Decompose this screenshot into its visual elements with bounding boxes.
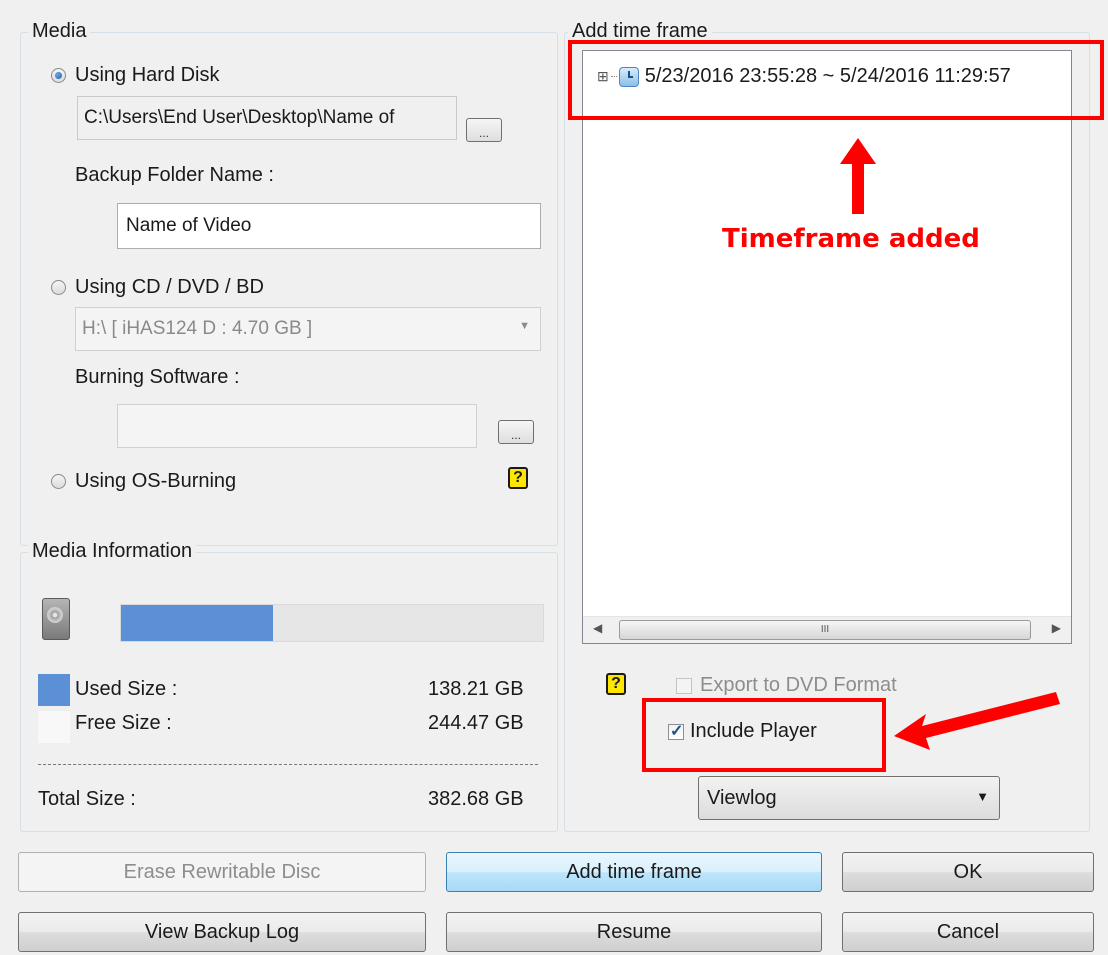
burning-software-input[interactable] — [117, 404, 477, 448]
export-dvd-label[interactable]: Export to DVD Format — [700, 674, 897, 697]
media-legend: Media — [28, 20, 91, 43]
total-size-value: 382.68 GB — [428, 788, 524, 810]
scroll-thumb-grip: III — [820, 624, 830, 635]
media-info-legend: Media Information — [28, 540, 197, 563]
hard-disk-radio[interactable] — [51, 68, 66, 83]
chevron-down-icon: ▼ — [976, 789, 989, 804]
player-select-value: Viewlog — [707, 786, 777, 809]
backup-folder-input[interactable]: Name of Video — [117, 203, 541, 249]
hard-disk-label[interactable]: Using Hard Disk — [75, 64, 219, 87]
scroll-left-icon[interactable]: ◀ — [593, 621, 602, 635]
options-help-icon[interactable]: ? — [606, 673, 626, 695]
free-size-swatch — [38, 710, 70, 743]
add-time-frame-button[interactable]: Add time frame — [446, 852, 822, 892]
scroll-right-icon[interactable]: ▶ — [1052, 621, 1061, 635]
view-backup-log-button[interactable]: View Backup Log — [18, 912, 426, 952]
drive-select-value: H:\ [ iHAS124 D : 4.70 GB ] — [82, 318, 313, 339]
divider — [38, 764, 538, 765]
time-frame-list[interactable]: ⊞ 5/23/2016 23:55:28 ~ 5/24/2016 11:29:5… — [582, 50, 1072, 644]
time-frame-highlight-box — [568, 40, 1104, 120]
os-burning-label[interactable]: Using OS-Burning — [75, 470, 236, 493]
cancel-button[interactable]: Cancel — [842, 912, 1094, 952]
hard-drive-icon — [42, 598, 70, 640]
ok-button[interactable]: OK — [842, 852, 1094, 892]
cd-dvd-radio[interactable] — [51, 280, 66, 295]
drive-select[interactable]: H:\ [ iHAS124 D : 4.70 GB ] ▼ — [75, 307, 541, 351]
annotation-arrow-up — [840, 138, 876, 214]
resume-button[interactable]: Resume — [446, 912, 822, 952]
used-size-value: 138.21 GB — [428, 678, 524, 700]
os-burning-radio[interactable] — [51, 474, 66, 489]
cd-dvd-label[interactable]: Using CD / DVD / BD — [75, 276, 264, 299]
used-size-swatch — [38, 674, 70, 706]
burning-software-browse-button[interactable]: ... — [498, 420, 534, 444]
export-dvd-checkbox[interactable] — [676, 678, 692, 694]
help-icon[interactable]: ? — [508, 467, 528, 489]
hard-disk-path-field[interactable]: C:\Users\End User\Desktop\Name of — [77, 96, 457, 140]
annotation-arrow-left — [894, 692, 1060, 750]
annotation-label: Timeframe added — [722, 224, 980, 254]
used-size-label: Used Size : — [75, 678, 178, 700]
horizontal-scrollbar[interactable]: ◀ III ▶ — [583, 616, 1071, 643]
hard-disk-browse-button[interactable]: ... — [466, 118, 502, 142]
player-select[interactable]: Viewlog ▼ — [698, 776, 1000, 820]
free-size-value: 244.47 GB — [428, 712, 524, 734]
backup-folder-label: Backup Folder Name : — [75, 164, 274, 186]
free-size-label: Free Size : — [75, 712, 172, 734]
scroll-thumb[interactable]: III — [619, 620, 1031, 640]
usage-bar — [120, 604, 544, 642]
chevron-down-icon: ▼ — [519, 320, 530, 332]
include-player-highlight-box — [642, 698, 886, 772]
usage-bar-fill — [121, 605, 274, 641]
total-size-label: Total Size : — [38, 788, 136, 810]
burning-software-label: Burning Software : — [75, 366, 240, 388]
erase-rewritable-disc-button[interactable]: Erase Rewritable Disc — [18, 852, 426, 892]
